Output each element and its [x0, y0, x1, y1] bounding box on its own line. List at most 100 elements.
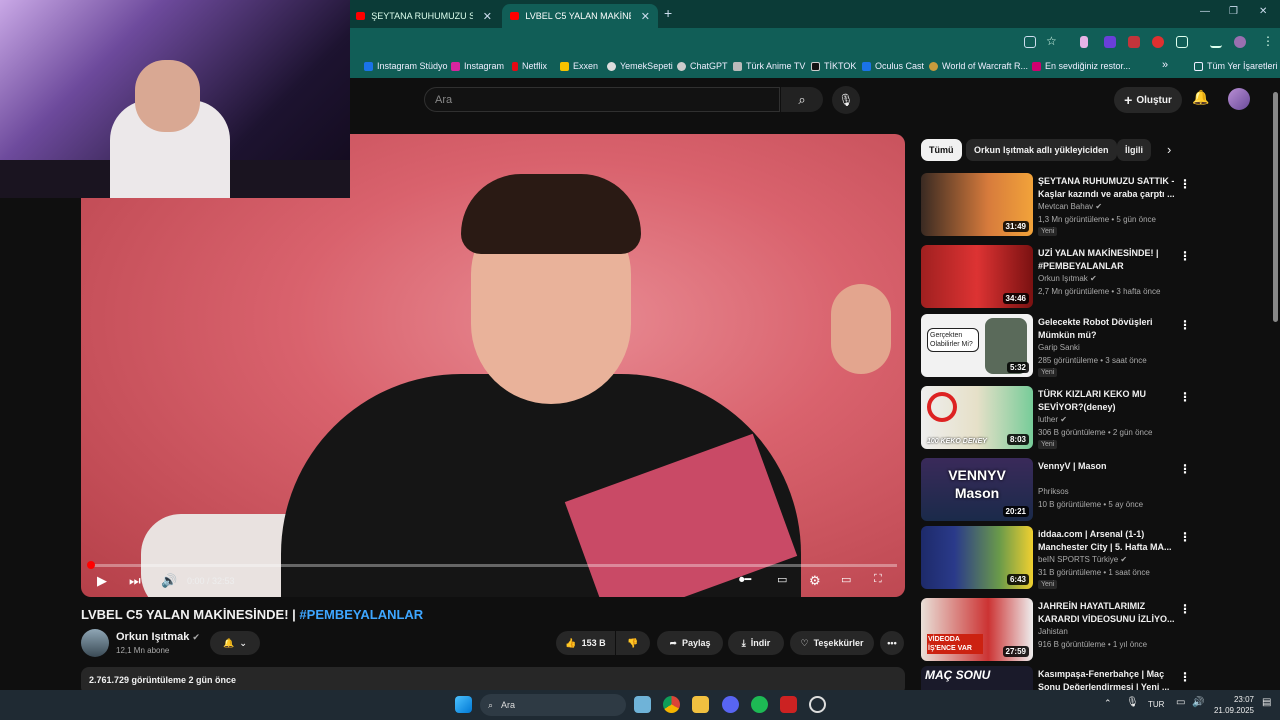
play-icon[interactable]: ▶: [97, 573, 107, 589]
bookmark-item[interactable]: Netflix: [512, 61, 547, 71]
recommendation-channel[interactable]: Phriksos: [1038, 487, 1069, 496]
discord-icon[interactable]: [722, 696, 739, 713]
volume-icon[interactable]: 🔊: [1192, 697, 1204, 708]
more-vertical-icon[interactable]: ⋮: [1179, 318, 1191, 332]
recommendation-title[interactable]: Gelecekte Robot Dövüşleri Mümkün mü?: [1038, 316, 1176, 342]
recommendation-channel[interactable]: luther ✔: [1038, 415, 1067, 424]
voice-search-button[interactable]: 🎙: [832, 86, 860, 114]
share-button[interactable]: ➦ Paylaş: [657, 631, 723, 655]
notifications-bell-icon[interactable]: 🔔: [1192, 89, 1209, 106]
dislike-button[interactable]: 👎: [616, 631, 650, 655]
bookmark-item[interactable]: YemekSepeti: [607, 61, 673, 71]
extension-icon[interactable]: [1104, 36, 1116, 48]
more-vertical-icon[interactable]: ⋮: [1179, 670, 1191, 684]
video-thumbnail[interactable]: 6:43: [921, 526, 1033, 589]
recommendation-item[interactable]: Gerçekten Olabilirler Mi? 5:32 Gelecekte…: [921, 314, 1261, 378]
tab-seytana[interactable]: ŞEYTANA RUHUMUZU SATTIK ✕: [348, 4, 500, 28]
clock[interactable]: 23:07 21.09.2025: [1212, 694, 1254, 716]
obs-icon[interactable]: [809, 696, 826, 713]
progress-bar[interactable]: [89, 564, 897, 567]
recommendation-channel[interactable]: Jahistan: [1038, 627, 1068, 636]
channel-avatar[interactable]: [81, 629, 109, 657]
video-thumbnail[interactable]: 100 KEKO DENEY 8:03: [921, 386, 1033, 449]
channel-name[interactable]: Orkun Işıtmak ✔: [116, 631, 200, 643]
profile-avatar-icon[interactable]: [1234, 36, 1246, 48]
chevron-up-icon[interactable]: ⌃: [1104, 698, 1112, 709]
recommendation-item[interactable]: 100 KEKO DENEY 8:03 TÜRK KIZLARI KEKO MU…: [921, 386, 1261, 450]
minimize-icon[interactable]: —: [1200, 6, 1210, 17]
bookmark-item[interactable]: En sevdiğiniz restor...: [1032, 61, 1131, 71]
recommendation-title[interactable]: TÜRK KIZLARI KEKO MU SEVİYOR?(deney): [1038, 388, 1176, 414]
bookmark-item[interactable]: Instagram Stüdyo: [364, 61, 448, 71]
recommendation-channel[interactable]: Garip Sanki: [1038, 343, 1080, 352]
autoplay-toggle-icon[interactable]: ⏺━: [739, 573, 751, 587]
tab-lvbel[interactable]: LVBEL C5 YALAN MAKİNESİNDE ✕: [502, 4, 658, 28]
bookmark-item[interactable]: ChatGPT: [677, 61, 728, 71]
like-button[interactable]: 👍 153 B: [556, 631, 615, 655]
recommendation-channel[interactable]: Orkun Işıtmak ✔: [1038, 274, 1097, 283]
search-input[interactable]: Ara: [424, 87, 780, 112]
chevron-right-icon[interactable]: ›: [1167, 142, 1171, 157]
video-thumbnail[interactable]: MAÇ SONU: [921, 666, 1033, 690]
recommendation-channel[interactable]: beIN SPORTS Türkiye ✔: [1038, 555, 1127, 564]
recommendation-title[interactable]: JAHREİN HAYATLARIMIZ KARARDI VİDEOSUNU İ…: [1038, 600, 1176, 626]
more-vertical-icon[interactable]: ⋮: [1179, 390, 1191, 404]
notification-center-icon[interactable]: ▤: [1262, 697, 1271, 708]
video-thumbnail[interactable]: 34:46: [921, 245, 1033, 308]
video-thumbnail[interactable]: VİDEODA İŞ'ENCE VAR 27:59: [921, 598, 1033, 661]
spotify-icon[interactable]: [751, 696, 768, 713]
video-thumbnail[interactable]: Gerçekten Olabilirler Mi? 5:32: [921, 314, 1033, 377]
recommendation-item[interactable]: MAÇ SONU Kasımpaşa-Fenerbahçe | Maç Sonu…: [921, 666, 1261, 690]
search-button[interactable]: ⌕: [781, 87, 823, 112]
recommendation-item[interactable]: VENNYV Mason 20:21 VennyV | Mason Phriks…: [921, 458, 1261, 522]
bookmark-item[interactable]: World of Warcraft R...: [929, 61, 1028, 71]
recommendation-title[interactable]: iddaa.com | Arsenal (1-1) Manchester Cit…: [1038, 528, 1176, 554]
page-scrollbar[interactable]: [1270, 78, 1280, 690]
extension-icon[interactable]: [1128, 36, 1140, 48]
bookmark-item[interactable]: Oculus Cast: [862, 61, 924, 71]
settings-gear-icon[interactable]: ⚙: [809, 573, 821, 589]
maximize-icon[interactable]: ❐: [1229, 6, 1238, 17]
create-button[interactable]: + Oluştur: [1114, 87, 1182, 113]
recommendation-title[interactable]: VennyV | Mason: [1038, 460, 1176, 473]
chip-all[interactable]: Tümü: [921, 139, 962, 161]
close-window-icon[interactable]: ✕: [1259, 6, 1267, 17]
install-app-icon[interactable]: [1024, 36, 1036, 48]
download-button[interactable]: ⤓ İndir: [728, 631, 784, 655]
extensions-puzzle-icon[interactable]: [1176, 36, 1188, 48]
more-vertical-icon[interactable]: ⋮: [1179, 462, 1191, 476]
hashtag-link[interactable]: #PEMBEYALANLAR: [299, 607, 423, 622]
file-explorer-icon[interactable]: [692, 696, 709, 713]
taskbar-search[interactable]: ⌕ Ara: [480, 694, 626, 716]
chip-from-uploader[interactable]: Orkun Işıtmak adlı yükleyiciden: [966, 139, 1117, 161]
video-thumbnail[interactable]: VENNYV Mason 20:21: [921, 458, 1033, 521]
network-icon[interactable]: ▭: [1176, 697, 1185, 708]
bookmark-item[interactable]: Türk Anime TV: [733, 61, 805, 71]
theater-mode-icon[interactable]: ▭: [841, 573, 851, 586]
more-vertical-icon[interactable]: ⋮: [1179, 530, 1191, 544]
bookmark-item[interactable]: TİKTOK: [811, 61, 856, 71]
extension-icon[interactable]: [1080, 36, 1088, 48]
chrome-menu-icon[interactable]: ⋮: [1262, 34, 1274, 48]
microphone-icon[interactable]: 🎙: [1126, 697, 1139, 708]
recommendation-title[interactable]: ŞEYTANA RUHUMUZU SATTIK - Kaşlar kazındı…: [1038, 175, 1176, 201]
fullscreen-icon[interactable]: ⛶: [874, 573, 882, 586]
scrollbar-thumb[interactable]: [1273, 92, 1278, 322]
subscription-bell-button[interactable]: 🔔 ⌄: [210, 631, 260, 655]
tab-close-icon[interactable]: ✕: [483, 10, 492, 23]
more-vertical-icon[interactable]: ⋮: [1179, 602, 1191, 616]
widgets-icon[interactable]: [634, 696, 651, 713]
voicemeeter-icon[interactable]: [780, 696, 797, 713]
more-actions-button[interactable]: •••: [880, 631, 904, 655]
next-icon[interactable]: ⏭: [129, 573, 141, 589]
recommendation-item[interactable]: 6:43 iddaa.com | Arsenal (1-1) Mancheste…: [921, 526, 1261, 590]
bookmark-star-icon[interactable]: ☆: [1046, 34, 1057, 48]
chrome-icon[interactable]: [663, 696, 680, 713]
subtitles-icon[interactable]: ▭: [777, 573, 787, 586]
tab-search-icon[interactable]: [1210, 36, 1222, 48]
recommendation-item[interactable]: 31:49 ŞEYTANA RUHUMUZU SATTIK - Kaşlar k…: [921, 173, 1261, 237]
extension-icon[interactable]: [1152, 36, 1164, 48]
thanks-button[interactable]: ♡ Teşekkürler: [790, 631, 874, 655]
chip-related[interactable]: İlgili: [1117, 139, 1151, 161]
bookmark-item[interactable]: Instagram: [451, 61, 504, 71]
